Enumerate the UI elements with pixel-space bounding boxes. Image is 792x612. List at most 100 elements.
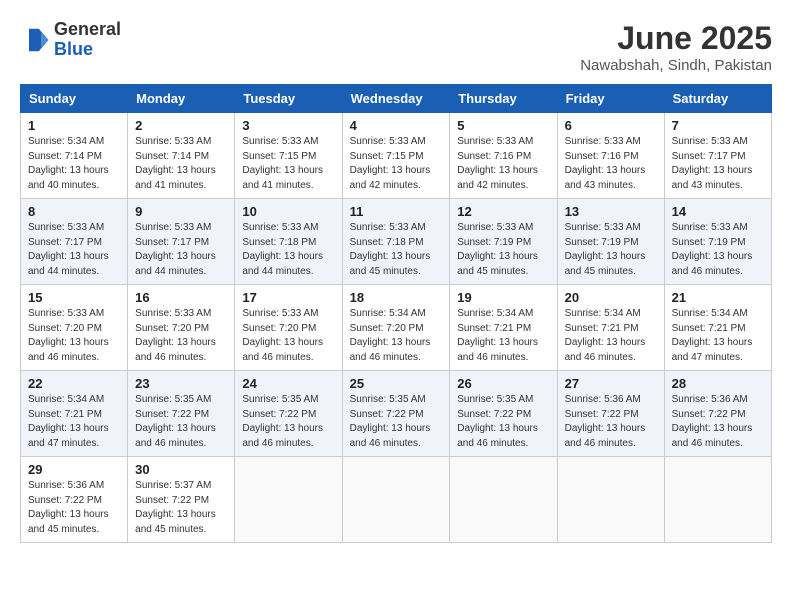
logo-text: General Blue (54, 20, 121, 60)
day-number: 8 (28, 204, 120, 219)
calendar-cell (664, 457, 771, 543)
day-info: Sunrise: 5:33 AM Sunset: 7:18 PM Dayligh… (350, 221, 443, 279)
month-title: June 2025 (580, 20, 772, 57)
day-number: 9 (135, 204, 227, 219)
day-number: 29 (28, 462, 120, 477)
calendar-cell: 11Sunrise: 5:33 AM Sunset: 7:18 PM Dayli… (342, 199, 450, 285)
day-info: Sunrise: 5:35 AM Sunset: 7:22 PM Dayligh… (457, 393, 549, 451)
day-number: 28 (672, 376, 764, 391)
calendar-cell: 30 Sunrise: 5:37 AM Sunset: 7:22 PM Dayli… (128, 457, 235, 543)
calendar-cell: 13 Sunrise: 5:33 AM Sunset: 7:19 PM Dayli… (557, 199, 664, 285)
day-info: Sunrise: 5:33 AM Sunset: 7:19 PM Dayligh… (457, 221, 549, 279)
calendar-header-row: SundayMondayTuesdayWednesdayThursdayFrid… (21, 85, 772, 113)
day-number: 21 (672, 290, 764, 305)
calendar-cell: 17 Sunrise: 5:33 AM Sunset: 7:20 PM Dayli… (235, 285, 342, 371)
calendar-cell: 23 Sunrise: 5:35 AM Sunset: 7:22 PM Dayli… (128, 371, 235, 457)
day-info: Sunrise: 5:34 AM Sunset: 7:14 PM Dayligh… (28, 135, 120, 193)
day-number: 26 (457, 376, 549, 391)
page-header: General Blue June 2025 Nawabshah, Sindh,… (20, 20, 772, 74)
day-number: 14 (672, 204, 764, 219)
day-number: 30 (135, 462, 227, 477)
day-info: Sunrise: 5:35 AM Sunset: 7:22 PM Dayligh… (350, 393, 443, 451)
day-info: Sunrise: 5:37 AM Sunset: 7:22 PM Dayligh… (135, 479, 227, 537)
calendar-cell: 27 Sunrise: 5:36 AM Sunset: 7:22 PM Dayli… (557, 371, 664, 457)
day-info: Sunrise: 5:33 AM Sunset: 7:14 PM Dayligh… (135, 135, 227, 193)
calendar-cell: 21 Sunrise: 5:34 AM Sunset: 7:21 PM Dayli… (664, 285, 771, 371)
logo-icon (20, 25, 50, 55)
day-header-friday: Friday (557, 85, 664, 113)
calendar-cell: 15 Sunrise: 5:33 AM Sunset: 7:20 PM Dayli… (21, 285, 128, 371)
calendar-cell: 19 Sunrise: 5:34 AM Sunset: 7:21 PM Dayli… (450, 285, 557, 371)
day-number: 19 (457, 290, 549, 305)
day-info: Sunrise: 5:33 AM Sunset: 7:16 PM Dayligh… (565, 135, 657, 193)
calendar-cell: 28 Sunrise: 5:36 AM Sunset: 7:22 PM Dayli… (664, 371, 771, 457)
day-number: 23 (135, 376, 227, 391)
calendar-week-row: 1Sunrise: 5:34 AM Sunset: 7:14 PM Daylig… (21, 113, 772, 199)
calendar-cell: 10Sunrise: 5:33 AM Sunset: 7:18 PM Dayli… (235, 199, 342, 285)
day-header-thursday: Thursday (450, 85, 557, 113)
day-info: Sunrise: 5:34 AM Sunset: 7:20 PM Dayligh… (350, 307, 443, 365)
day-number: 16 (135, 290, 227, 305)
calendar-cell: 20Sunrise: 5:34 AM Sunset: 7:21 PM Dayli… (557, 285, 664, 371)
logo-blue: Blue (54, 40, 121, 60)
calendar-cell: 6 Sunrise: 5:33 AM Sunset: 7:16 PM Daylig… (557, 113, 664, 199)
day-info: Sunrise: 5:34 AM Sunset: 7:21 PM Dayligh… (672, 307, 764, 365)
title-block: June 2025 Nawabshah, Sindh, Pakistan (580, 20, 772, 74)
calendar-week-row: 29 Sunrise: 5:36 AM Sunset: 7:22 PM Dayli… (21, 457, 772, 543)
day-info: Sunrise: 5:33 AM Sunset: 7:19 PM Dayligh… (565, 221, 657, 279)
calendar-cell: 26 Sunrise: 5:35 AM Sunset: 7:22 PM Dayli… (450, 371, 557, 457)
calendar-week-row: 15 Sunrise: 5:33 AM Sunset: 7:20 PM Dayli… (21, 285, 772, 371)
day-info: Sunrise: 5:34 AM Sunset: 7:21 PM Dayligh… (28, 393, 120, 451)
day-header-wednesday: Wednesday (342, 85, 450, 113)
day-info: Sunrise: 5:33 AM Sunset: 7:18 PM Dayligh… (242, 221, 334, 279)
logo-general: General (54, 20, 121, 40)
day-header-tuesday: Tuesday (235, 85, 342, 113)
location-subtitle: Nawabshah, Sindh, Pakistan (580, 57, 772, 74)
calendar-cell: 2 Sunrise: 5:33 AM Sunset: 7:14 PM Daylig… (128, 113, 235, 199)
day-number: 13 (565, 204, 657, 219)
day-info: Sunrise: 5:33 AM Sunset: 7:20 PM Dayligh… (242, 307, 334, 365)
calendar-cell (557, 457, 664, 543)
calendar-cell: 29 Sunrise: 5:36 AM Sunset: 7:22 PM Dayli… (21, 457, 128, 543)
calendar-cell (450, 457, 557, 543)
day-number: 25 (350, 376, 443, 391)
day-info: Sunrise: 5:33 AM Sunset: 7:19 PM Dayligh… (672, 221, 764, 279)
calendar-cell: 7Sunrise: 5:33 AM Sunset: 7:17 PM Daylig… (664, 113, 771, 199)
day-number: 18 (350, 290, 443, 305)
day-number: 17 (242, 290, 334, 305)
calendar-cell: 1Sunrise: 5:34 AM Sunset: 7:14 PM Daylig… (21, 113, 128, 199)
day-info: Sunrise: 5:33 AM Sunset: 7:20 PM Dayligh… (135, 307, 227, 365)
day-number: 20 (565, 290, 657, 305)
calendar-table: SundayMondayTuesdayWednesdayThursdayFrid… (20, 84, 772, 543)
day-header-sunday: Sunday (21, 85, 128, 113)
day-info: Sunrise: 5:33 AM Sunset: 7:16 PM Dayligh… (457, 135, 549, 193)
day-info: Sunrise: 5:35 AM Sunset: 7:22 PM Dayligh… (242, 393, 334, 451)
calendar-week-row: 8 Sunrise: 5:33 AM Sunset: 7:17 PM Daylig… (21, 199, 772, 285)
calendar-cell: 25 Sunrise: 5:35 AM Sunset: 7:22 PM Dayli… (342, 371, 450, 457)
day-number: 5 (457, 118, 549, 133)
day-number: 24 (242, 376, 334, 391)
day-info: Sunrise: 5:36 AM Sunset: 7:22 PM Dayligh… (565, 393, 657, 451)
day-header-saturday: Saturday (664, 85, 771, 113)
day-number: 15 (28, 290, 120, 305)
day-info: Sunrise: 5:35 AM Sunset: 7:22 PM Dayligh… (135, 393, 227, 451)
day-info: Sunrise: 5:34 AM Sunset: 7:21 PM Dayligh… (457, 307, 549, 365)
calendar-cell (235, 457, 342, 543)
day-info: Sunrise: 5:36 AM Sunset: 7:22 PM Dayligh… (28, 479, 120, 537)
logo: General Blue (20, 20, 121, 60)
day-number: 2 (135, 118, 227, 133)
calendar-cell: 24 Sunrise: 5:35 AM Sunset: 7:22 PM Dayli… (235, 371, 342, 457)
calendar-cell: 8Sunrise: 5:33 AM Sunset: 7:17 PM Daylig… (21, 199, 128, 285)
day-info: Sunrise: 5:33 AM Sunset: 7:20 PM Dayligh… (28, 307, 120, 365)
calendar-cell: 12Sunrise: 5:33 AM Sunset: 7:19 PM Dayli… (450, 199, 557, 285)
calendar-cell: 9 Sunrise: 5:33 AM Sunset: 7:17 PM Daylig… (128, 199, 235, 285)
calendar-cell: 18 Sunrise: 5:34 AM Sunset: 7:20 PM Dayli… (342, 285, 450, 371)
day-number: 27 (565, 376, 657, 391)
calendar-cell: 14 Sunrise: 5:33 AM Sunset: 7:19 PM Dayli… (664, 199, 771, 285)
day-header-monday: Monday (128, 85, 235, 113)
calendar-cell: 3Sunrise: 5:33 AM Sunset: 7:15 PM Daylig… (235, 113, 342, 199)
day-info: Sunrise: 5:33 AM Sunset: 7:17 PM Dayligh… (135, 221, 227, 279)
day-number: 6 (565, 118, 657, 133)
day-info: Sunrise: 5:36 AM Sunset: 7:22 PM Dayligh… (672, 393, 764, 451)
day-number: 22 (28, 376, 120, 391)
